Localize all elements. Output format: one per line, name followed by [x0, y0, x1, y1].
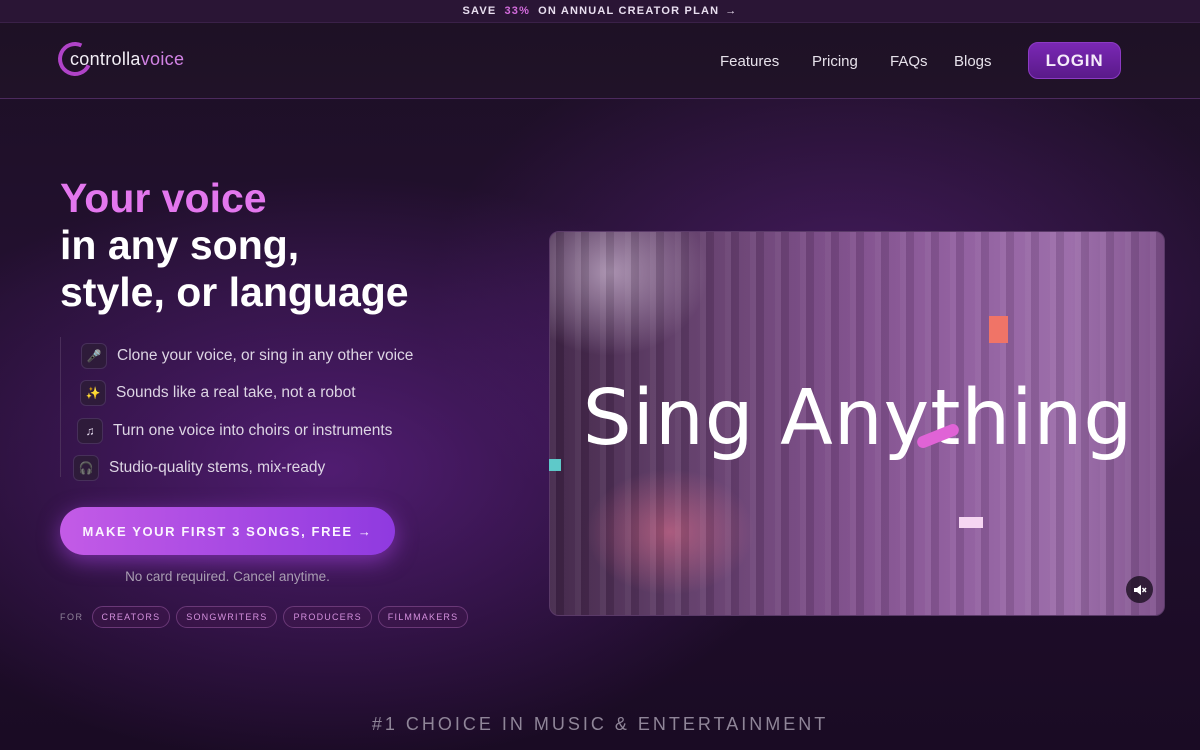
decor-square-teal	[549, 459, 561, 471]
decor-square-pink	[959, 517, 983, 528]
feature-item: 🎤 Clone your voice, or sing in any other…	[61, 337, 413, 375]
promo-percent: 33%	[504, 5, 531, 17]
feature-list: 🎤 Clone your voice, or sing in any other…	[60, 337, 413, 482]
arrow-right-icon: →	[725, 5, 738, 17]
video-title: Sing Anything	[582, 374, 1134, 463]
chip-producers[interactable]: PRODUCERS	[283, 606, 372, 628]
hero-heading-line2: in any song,	[60, 222, 300, 268]
cta-note: No card required. Cancel anytime.	[125, 569, 330, 584]
nav-link-pricing[interactable]: Pricing	[812, 53, 858, 70]
logo-text-part2: voice	[140, 48, 185, 69]
site-header: controllavoice Features Pricing FAQs Blo…	[0, 23, 1200, 99]
logo[interactable]: controllavoice	[53, 37, 185, 81]
sparkle-icon: ✨	[80, 380, 106, 407]
for-label: FOR	[60, 612, 84, 622]
feature-item: ♫ Turn one voice into choirs or instrume…	[61, 412, 413, 450]
nav-features[interactable]: Features	[720, 53, 779, 70]
chip-filmmakers[interactable]: FILMMAKERS	[377, 606, 469, 628]
nav-blogs[interactable]: Blogs	[954, 53, 992, 70]
decor-square-coral	[989, 316, 1008, 343]
cta-make-songs-button[interactable]: MAKE YOUR FIRST 3 SONGS, FREE →	[60, 507, 395, 555]
nav-faqs[interactable]: FAQs	[890, 53, 928, 70]
feature-item: 🎧 Studio-quality stems, mix-ready	[61, 450, 413, 488]
promo-banner[interactable]: SAVE 33% ON ANNUAL CREATOR PLAN →	[0, 0, 1200, 23]
nav-link-blogs[interactable]: Blogs	[954, 53, 992, 70]
nav-link-features[interactable]: Features	[720, 53, 779, 70]
promo-offer-text: ON ANNUAL CREATOR PLAN	[538, 5, 720, 17]
hero-heading-line3: style, or language	[60, 269, 409, 315]
hero-heading-accent: Your voice	[60, 175, 267, 221]
login-button[interactable]: LOGIN	[1028, 42, 1121, 79]
speaker-muted-icon	[1133, 584, 1147, 595]
feature-label: Studio-quality stems, mix-ready	[109, 459, 326, 477]
headphones-icon: 🎧	[73, 455, 99, 482]
bottom-tagline: #1 CHOICE IN MUSIC & ENTERTAINMENT	[371, 714, 829, 734]
nav-link-faqs[interactable]: FAQs	[890, 53, 928, 70]
audience-chips: FOR CREATORS SONGWRITERS PRODUCERS FILMM…	[60, 606, 474, 628]
feature-label: Turn one voice into choirs or instrument…	[113, 421, 393, 439]
hero-video[interactable]: Sing Anything	[549, 231, 1165, 616]
mute-button[interactable]	[1126, 576, 1153, 603]
chip-creators[interactable]: CREATORS	[91, 606, 171, 628]
microphone-icon: 🎤	[81, 342, 107, 369]
chip-songwriters[interactable]: SONGWRITERS	[176, 606, 278, 628]
feature-label: Clone your voice, or sing in any other v…	[117, 346, 414, 364]
promo-save-text: SAVE	[462, 5, 497, 17]
music-note-icon: ♫	[77, 417, 103, 444]
feature-label: Sounds like a real take, not a robot	[116, 384, 356, 402]
logo-mark-icon	[53, 37, 97, 81]
hero-heading: Your voice in any song, style, or langua…	[60, 175, 409, 316]
nav-pricing[interactable]: Pricing	[812, 53, 858, 70]
feature-item: ✨ Sounds like a real take, not a robot	[61, 375, 413, 413]
